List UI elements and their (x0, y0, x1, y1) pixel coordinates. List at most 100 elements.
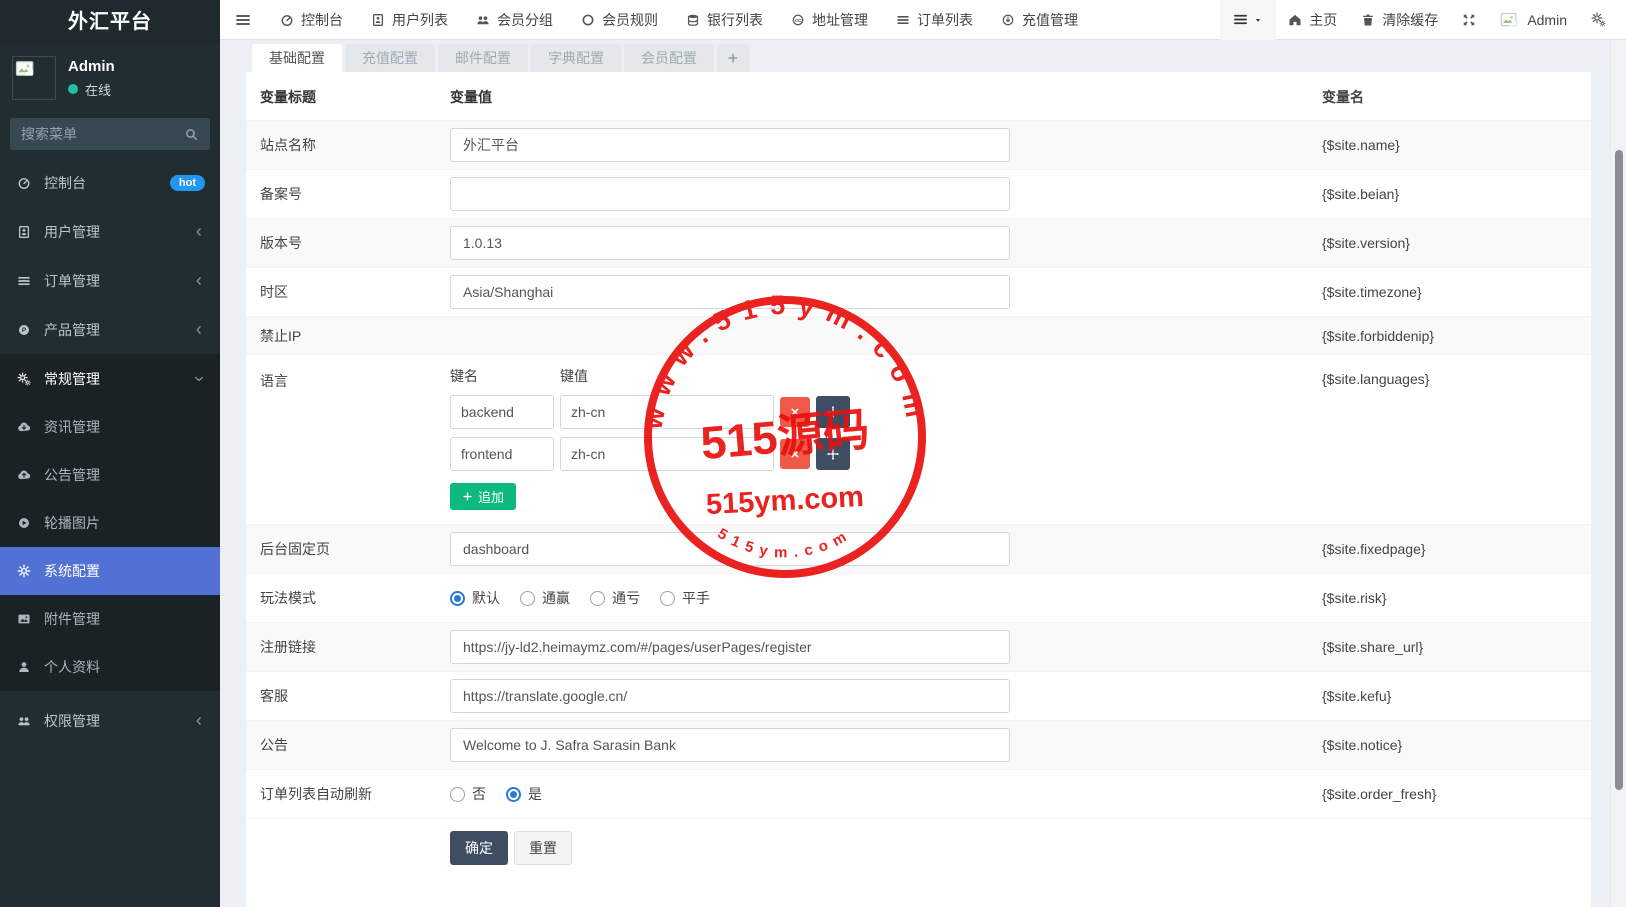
input-site-name[interactable] (450, 128, 1010, 162)
sidebar-subitem-4-1[interactable]: 公告管理 (0, 451, 220, 499)
search-icon[interactable] (184, 127, 199, 142)
tab-item-3[interactable]: 字典配置 (531, 44, 621, 72)
kv-value-input[interactable] (560, 395, 774, 429)
radio-unselected[interactable] (660, 591, 675, 606)
sidebar-item-4[interactable]: 常规管理 (0, 354, 220, 403)
topnav-item-1[interactable]: 用户列表 (357, 0, 462, 40)
sidebar-item-5[interactable]: 权限管理 (0, 696, 220, 745)
list-icon (15, 274, 33, 288)
fullscreen-button[interactable] (1450, 0, 1488, 40)
kv-key-input[interactable] (450, 437, 554, 471)
input-site-share_url[interactable] (450, 630, 1010, 664)
row-label: 公告 (246, 735, 450, 755)
topnav-item-4[interactable]: 银行列表 (672, 0, 777, 40)
row-var-name: {$site.forbiddenip} (1322, 328, 1591, 344)
radio-option[interactable]: 是 (506, 784, 542, 804)
kv-value-input[interactable] (560, 437, 774, 471)
kv-key-input[interactable] (450, 395, 554, 429)
row-value (450, 275, 1322, 309)
online-dot-icon (68, 84, 78, 94)
radio-option[interactable]: 默认 (450, 588, 500, 608)
radio-option[interactable]: 否 (450, 784, 486, 804)
sidebar-menu: 控制台hot 用户管理订单管理 P产品管理常规管理资讯管理公告管理轮播图片系统配置附… (0, 158, 220, 745)
address-book-icon (371, 13, 385, 27)
home-link[interactable]: 主页 (1276, 0, 1349, 40)
gauge-icon (280, 13, 294, 27)
sidebar-subitem-4-4[interactable]: 附件管理 (0, 595, 220, 643)
sidebar-item-3[interactable]: P产品管理 (0, 305, 220, 354)
sidebar-subitem-4-2[interactable]: 轮播图片 (0, 499, 220, 547)
sidebar-item-label: 资讯管理 (44, 417, 205, 437)
sidebar-subitem-4-3[interactable]: 系统配置 (0, 547, 220, 595)
scrollbar-track[interactable] (1610, 40, 1626, 907)
topnav-item-label: 会员规则 (602, 10, 658, 30)
topnav-item-6[interactable]: 订单列表 (882, 0, 987, 40)
sidebar-toggle[interactable] (220, 0, 266, 40)
topnav-item-label: 控制台 (301, 10, 343, 30)
move-pair-button[interactable] (816, 396, 850, 428)
topnav-item-0[interactable]: 控制台 (266, 0, 357, 40)
address-book-icon (15, 225, 33, 239)
topnav-item-7[interactable]: 充值管理 (987, 0, 1092, 40)
radio-unselected[interactable] (520, 591, 535, 606)
sidebar-submenu-4: 资讯管理公告管理轮播图片系统配置附件管理个人资料 (0, 403, 220, 691)
tab-item-0[interactable]: 基础配置 (252, 44, 342, 72)
row-var-name: {$site.notice} (1322, 737, 1591, 753)
input-site-fixedpage[interactable] (450, 532, 1010, 566)
radio-unselected[interactable] (450, 787, 465, 802)
image-icon (15, 612, 33, 626)
sidebar-item-label: 用户管理 (44, 222, 182, 242)
sidebar-item-0[interactable]: 控制台hot (0, 158, 220, 207)
topnav-item-2[interactable]: 会员分组 (462, 0, 567, 40)
tab-add-button[interactable] (717, 44, 749, 72)
radio-selected[interactable] (450, 591, 465, 606)
sidebar-subitem-4-0[interactable]: 资讯管理 (0, 403, 220, 451)
search-input[interactable] (21, 126, 176, 142)
tab-item-1[interactable]: 充值配置 (345, 44, 435, 72)
radio-unselected[interactable] (590, 591, 605, 606)
sidebar-item-1[interactable]: 用户管理 (0, 207, 220, 256)
radio-option[interactable]: 通赢 (520, 588, 570, 608)
table-body: 站点名称{$site.name}备案号{$site.beian}版本号{$sit… (246, 120, 1591, 818)
header-variable-title: 变量标题 (246, 87, 450, 107)
input-site-version[interactable] (450, 226, 1010, 260)
radio-option[interactable]: 通亏 (590, 588, 640, 608)
chevron-down-icon (193, 373, 205, 385)
input-site-kefu[interactable] (450, 679, 1010, 713)
svg-text:P: P (22, 327, 27, 334)
topnav-item-label: 会员分组 (497, 10, 553, 30)
topnav-item-3[interactable]: 会员规则 (567, 0, 672, 40)
clear-cache-link[interactable]: 清除缓存 (1349, 0, 1450, 40)
move-pair-button[interactable] (816, 438, 850, 470)
input-site-timezone[interactable] (450, 275, 1010, 309)
radio-option[interactable]: 平手 (660, 588, 710, 608)
add-pair-button[interactable]: 追加 (450, 483, 516, 510)
tab-item-4[interactable]: 会员配置 (624, 44, 714, 72)
navbar-right: 主页 清除缓存 Admin (1220, 0, 1626, 40)
submit-button[interactable]: 确定 (450, 831, 508, 865)
radio-selected[interactable] (506, 787, 521, 802)
scrollbar-thumb[interactable] (1615, 150, 1623, 790)
user-menu[interactable]: Admin (1488, 0, 1579, 40)
remove-pair-button[interactable] (780, 439, 810, 469)
table-row: 备案号{$site.beian} (246, 169, 1591, 218)
app-title: 外汇平台 (0, 0, 220, 44)
sidebar-group-4: 常规管理资讯管理公告管理轮播图片系统配置附件管理个人资料 (0, 354, 220, 691)
sidebar-item-label: 常规管理 (44, 369, 182, 389)
kv-key-header: 键名 (450, 366, 560, 386)
chevron-left-icon (193, 324, 205, 336)
users-icon (476, 13, 490, 27)
tab-item-2[interactable]: 邮件配置 (438, 44, 528, 72)
row-label: 语言 (246, 355, 450, 391)
input-site-beian[interactable] (450, 177, 1010, 211)
settings-button[interactable] (1579, 0, 1618, 40)
sidebar-item-label: 订单管理 (44, 271, 182, 291)
sidebar-subitem-4-5[interactable]: 个人资料 (0, 643, 220, 691)
reset-button[interactable]: 重置 (514, 831, 572, 865)
remove-pair-button[interactable] (780, 397, 810, 427)
topnav-item-5[interactable]: cc地址管理 (777, 0, 882, 40)
menu-dropdown[interactable] (1220, 0, 1276, 40)
sidebar-item-2[interactable]: 订单管理 (0, 256, 220, 305)
table-row: 玩法模式默认通赢通亏平手{$site.risk} (246, 573, 1591, 622)
input-site-notice[interactable] (450, 728, 1010, 762)
